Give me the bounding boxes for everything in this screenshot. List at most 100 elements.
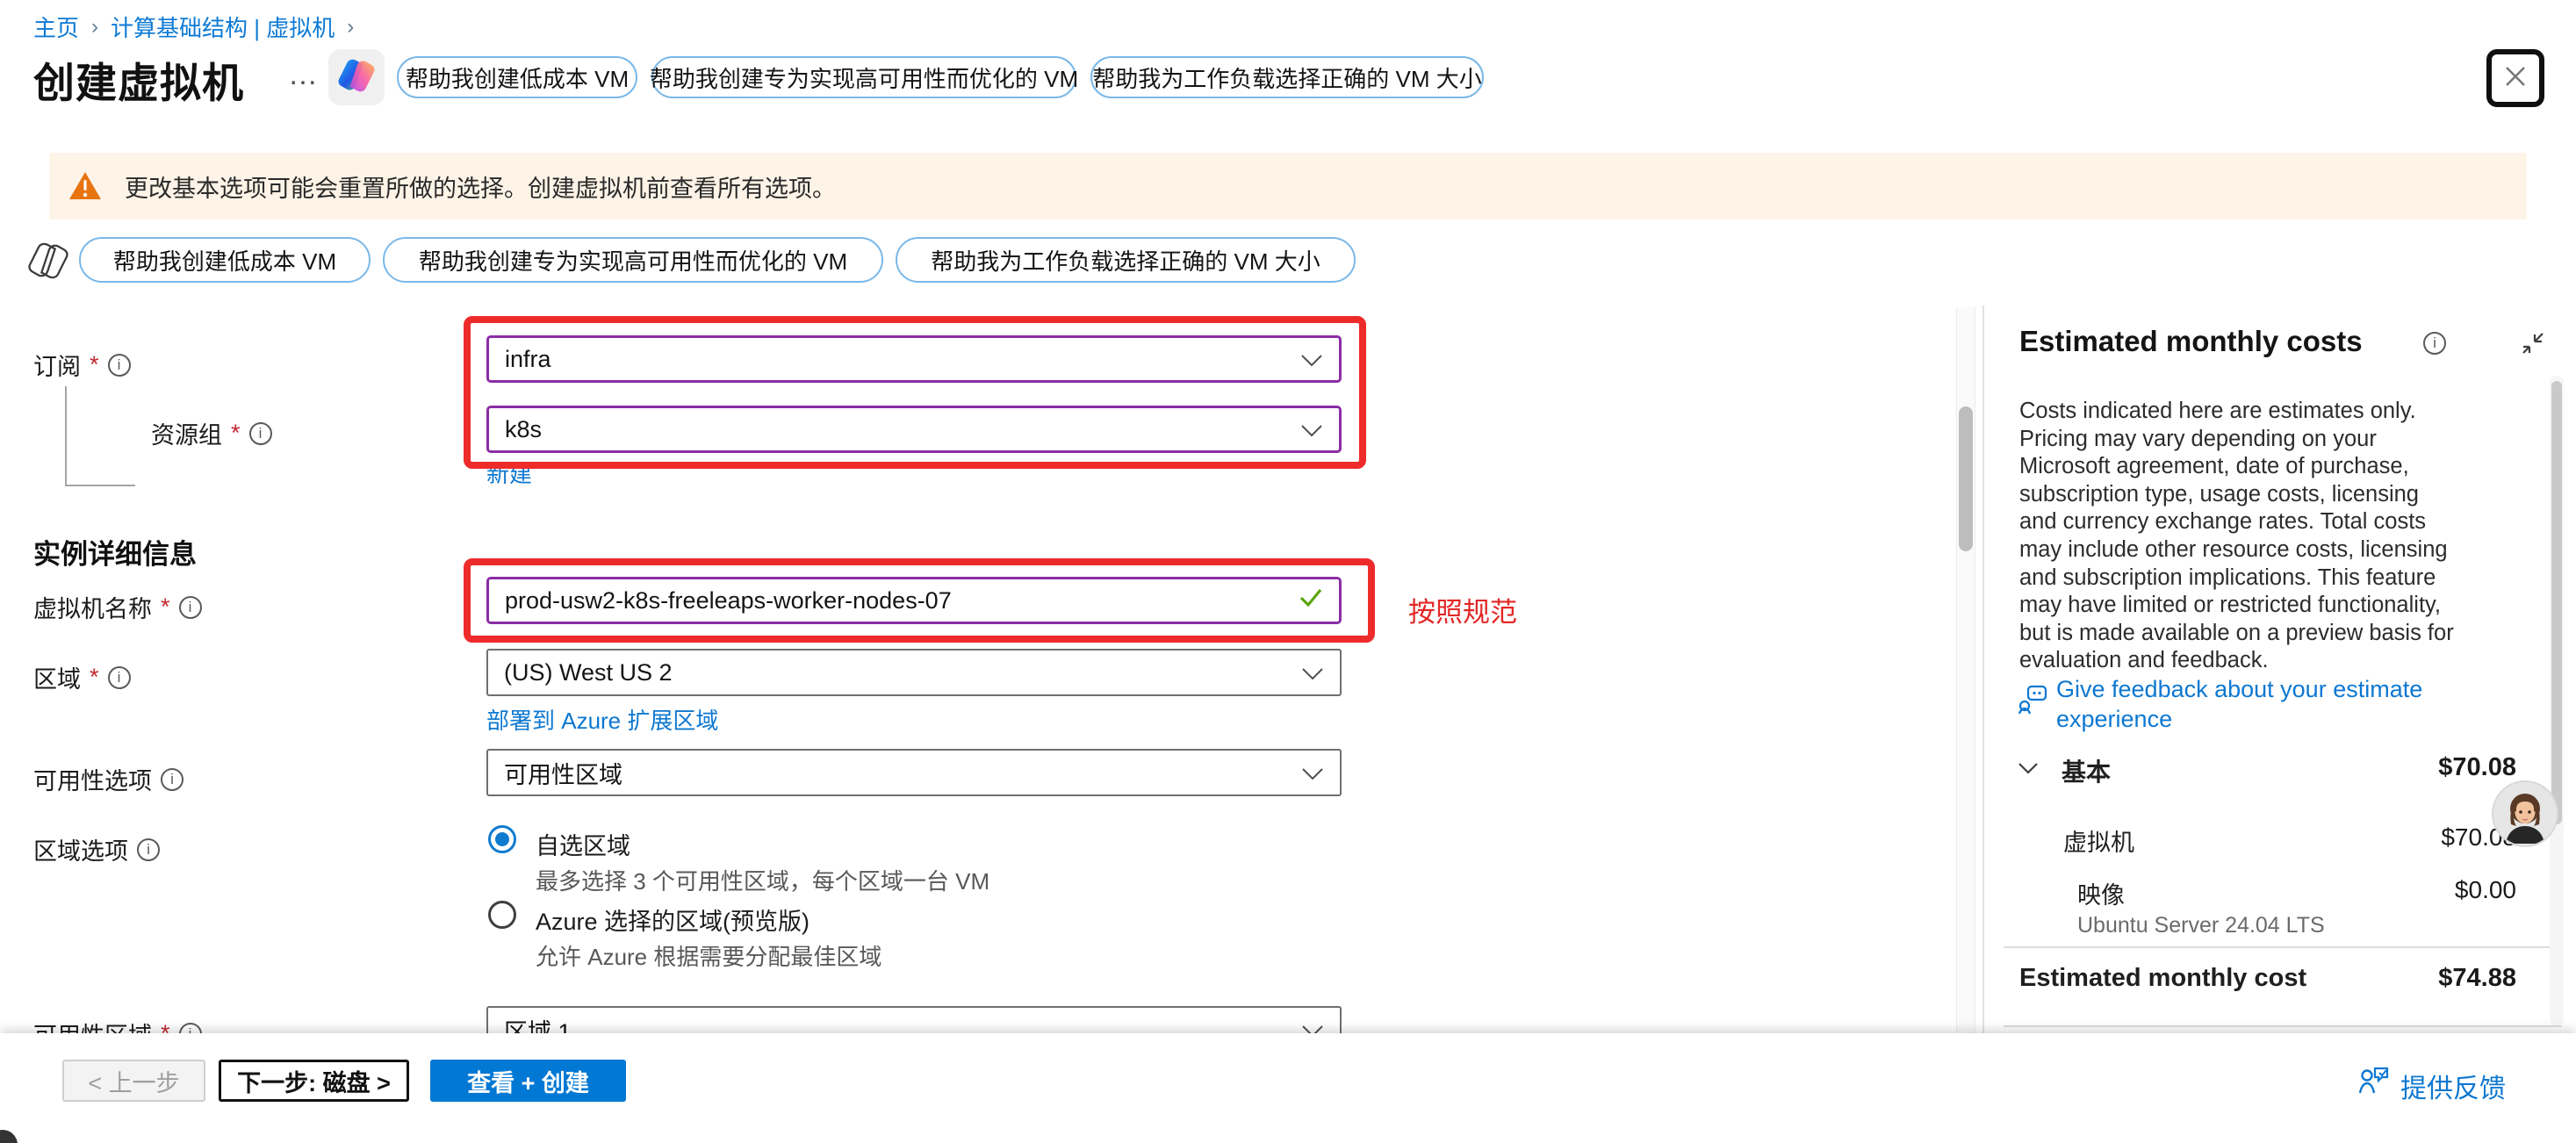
next-disks-button[interactable]: 下一步: 磁盘 > [219, 1060, 409, 1102]
panel-divider [1982, 306, 1984, 1033]
radio-azure-selected-zones-desc: 允许 Azure 根据需要分配最佳区域 [536, 939, 881, 972]
info-icon[interactable]: i [108, 666, 131, 689]
copilot-button[interactable] [328, 49, 385, 105]
availability-options-label: 可用性选项 i [33, 762, 183, 796]
warning-icon [68, 171, 102, 201]
region-value: (US) West US 2 [504, 659, 673, 687]
radio-azure-selected-zones[interactable] [488, 901, 516, 929]
info-icon[interactable]: i [179, 596, 202, 619]
collapse-panel-icon[interactable] [2518, 328, 2546, 361]
info-icon[interactable]: i [161, 768, 183, 791]
copilot-suggestion-high-availability[interactable]: 帮助我创建专为实现高可用性而优化的 VM [383, 237, 883, 283]
copilot-icon [337, 56, 376, 99]
breadcrumb-home-link[interactable]: 主页 [33, 11, 79, 43]
resource-group-label: 资源组 * i [151, 416, 272, 450]
copilot-suggestion-right-size[interactable]: 帮助我为工作负载选择正确的 VM 大小 [896, 237, 1356, 283]
vm-name-annotation-text: 按照规范 [1408, 590, 1517, 629]
panel-scrollbar-thumb[interactable] [2551, 381, 2562, 824]
region-label: 区域 * i [33, 660, 131, 694]
hierarchy-connector-vertical [65, 386, 67, 486]
breadcrumb: 主页 › 计算基础结构 | 虚拟机 › [33, 11, 366, 43]
cost-total-label: Estimated monthly cost [2019, 964, 2306, 993]
basics-chevron-icon[interactable] [2018, 762, 2039, 779]
cost-row-basics-value: $70.08 [2438, 753, 2516, 782]
deploy-edge-zone-link[interactable]: 部署到 Azure 扩展区域 [486, 703, 718, 736]
cost-panel-title: Estimated monthly costs [2019, 325, 2363, 358]
availability-options-label-text: 可用性选项 [33, 762, 152, 796]
instance-details-heading: 实例详细信息 [33, 532, 197, 572]
subscription-dropdown[interactable]: infra [486, 335, 1342, 383]
panel-divider-line [2004, 946, 2562, 948]
vm-name-input[interactable]: prod-usw2-k8s-freeleaps-worker-nodes-07 [486, 577, 1342, 624]
valid-check-icon [1299, 587, 1323, 615]
chevron-down-icon [1300, 416, 1323, 443]
availability-options-value: 可用性区域 [504, 756, 622, 790]
copilot-suggestion-low-cost-top[interactable]: 帮助我创建低成本 VM [397, 56, 637, 98]
radio-self-selected-zones-label[interactable]: 自选区域 [536, 827, 630, 861]
cost-row-image-sub: Ubuntu Server 24.04 LTS [2077, 913, 2325, 938]
vm-name-value: prod-usw2-k8s-freeleaps-worker-nodes-07 [505, 587, 952, 615]
previous-button[interactable]: < 上一步 [62, 1060, 205, 1102]
cost-disclaimer: Costs indicated here are estimates only.… [2019, 398, 2458, 675]
subscription-value: infra [505, 346, 551, 373]
panel-divider-line [2004, 1025, 2562, 1027]
page-title: 创建虚拟机 [33, 49, 244, 110]
required-mark: * [90, 351, 99, 378]
zone-options-label: 区域选项 i [33, 832, 160, 866]
info-icon[interactable]: i [137, 838, 160, 861]
warning-text: 更改基本选项可能会重置所做的选择。创建虚拟机前查看所有选项。 [125, 169, 836, 204]
zone-options-label-text: 区域选项 [33, 832, 128, 866]
more-options-button[interactable]: … [288, 58, 321, 92]
radio-self-selected-zones[interactable] [488, 825, 516, 853]
chevron-down-icon [1301, 759, 1324, 787]
copilot-suggestion-low-cost[interactable]: 帮助我创建低成本 VM [79, 237, 371, 283]
availability-options-dropdown[interactable]: 可用性区域 [486, 749, 1342, 796]
info-icon[interactable]: i [2423, 332, 2446, 355]
radio-self-selected-zones-desc: 最多选择 3 个可用性区域，每个区域一台 VM [536, 864, 989, 896]
breadcrumb-separator: › [347, 15, 354, 40]
close-icon [2500, 61, 2530, 96]
review-create-button[interactable]: 查看 + 创建 [430, 1060, 626, 1102]
vm-name-label-text: 虚拟机名称 [33, 590, 152, 624]
copilot-outline-icon [28, 241, 68, 285]
feedback-link[interactable]: 提供反馈 [2400, 1067, 2506, 1105]
cost-row-image-value: $0.00 [2455, 876, 2516, 904]
cost-row-image-label: 映像 [2077, 876, 2125, 910]
resource-group-dropdown[interactable]: k8s [486, 406, 1342, 453]
cost-row-basics-label[interactable]: 基本 [2062, 753, 2111, 788]
main-scrollbar-track[interactable] [1956, 307, 1975, 1033]
subscription-label-text: 订阅 [33, 348, 81, 382]
chevron-down-icon [1301, 659, 1324, 687]
copilot-suggestion-high-availability-top[interactable]: 帮助我创建专为实现高可用性而优化的 VM [651, 56, 1076, 98]
region-dropdown[interactable]: (US) West US 2 [486, 649, 1342, 696]
estimate-feedback-link[interactable]: Give feedback about your estimate experi… [2056, 674, 2460, 734]
close-button[interactable] [2486, 49, 2544, 107]
required-mark: * [231, 420, 241, 447]
region-label-text: 区域 [33, 660, 81, 694]
create-new-resource-group-link[interactable]: 新建 [486, 456, 532, 489]
subscription-label: 订阅 * i [33, 348, 131, 382]
breadcrumb-separator: › [91, 15, 98, 40]
create-vm-blade: 主页 › 计算基础结构 | 虚拟机 › 创建虚拟机 … 帮助我创建低成本 [0, 0, 2576, 1143]
feedback-icon [2358, 1065, 2390, 1099]
warning-banner: 更改基本选项可能会重置所做的选择。创建虚拟机前查看所有选项。 [49, 153, 2527, 219]
copilot-suggestion-right-size-top[interactable]: 帮助我为工作负载选择正确的 VM 大小 [1090, 56, 1484, 98]
main-scrollbar-thumb[interactable] [1959, 406, 1973, 551]
info-icon[interactable]: i [108, 354, 131, 377]
hierarchy-connector-horizontal [65, 485, 135, 486]
vm-name-label: 虚拟机名称 * i [33, 590, 202, 624]
chevron-down-icon [1300, 346, 1323, 373]
required-mark: * [161, 593, 170, 621]
resource-group-label-text: 资源组 [151, 416, 222, 450]
estimate-feedback-icon [2018, 685, 2047, 719]
cost-row-vm-label: 虚拟机 [2063, 823, 2134, 858]
breadcrumb-section-link[interactable]: 计算基础结构 | 虚拟机 [111, 11, 335, 43]
info-icon[interactable]: i [249, 422, 272, 445]
footer-bar: < 上一步 下一步: 磁盘 > 查看 + 创建 提供反馈 [0, 1033, 2576, 1143]
bottom-left-artifact [0, 1130, 18, 1143]
radio-azure-selected-zones-label[interactable]: Azure 选择的区域(预览版) [536, 902, 809, 937]
required-mark: * [90, 664, 99, 691]
panel-scrollbar-track[interactable] [2550, 376, 2564, 1025]
assistant-avatar[interactable] [2493, 782, 2557, 845]
resource-group-value: k8s [505, 416, 542, 443]
